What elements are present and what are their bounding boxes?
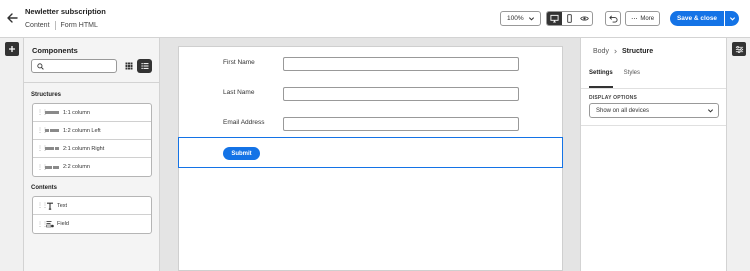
panel-divider bbox=[24, 82, 159, 83]
tab-styles[interactable]: Styles bbox=[624, 70, 640, 81]
display-options-label: DISPLAY OPTIONS bbox=[589, 95, 638, 101]
mobile-icon bbox=[567, 14, 572, 23]
page-title: Newletter subscription bbox=[25, 7, 106, 16]
breadcrumb-body[interactable]: Body bbox=[593, 48, 609, 55]
properties-toggle-button[interactable] bbox=[732, 42, 746, 56]
form-field-row: First Name bbox=[223, 57, 523, 71]
preview-button[interactable] bbox=[577, 12, 592, 25]
tabs-divider bbox=[581, 88, 727, 89]
chevron-down-icon bbox=[729, 17, 735, 21]
text-icon bbox=[45, 202, 55, 210]
structure-label: 1:2 column Left bbox=[63, 127, 101, 134]
desktop-view-button[interactable] bbox=[547, 12, 562, 25]
contents-heading: Contents bbox=[31, 185, 57, 191]
zoom-select[interactable]: 100% bbox=[500, 11, 541, 26]
chevron-down-icon bbox=[528, 17, 535, 21]
contents-list: ⋮⋮ Text ⋮⋮ Field bbox=[32, 196, 152, 234]
two-one-column-icon bbox=[45, 147, 59, 150]
top-header: Newletter subscription Content Form HTML… bbox=[0, 0, 750, 38]
selected-structure[interactable]: Submit bbox=[178, 137, 563, 168]
content-label: Text bbox=[57, 202, 68, 209]
list-icon bbox=[141, 63, 148, 69]
structures-list: ⋮⋮ 1:1 column ⋮⋮ 1:2 column Left ⋮⋮ 2:1 … bbox=[32, 103, 152, 177]
structure-item[interactable]: ⋮⋮ 2:1 column Right bbox=[33, 140, 151, 158]
properties-breadcrumb: Body Structure bbox=[593, 48, 653, 55]
drag-handle-icon[interactable]: ⋮⋮ bbox=[37, 164, 48, 171]
structure-item[interactable]: ⋮⋮ 1:2 column Left bbox=[33, 122, 151, 140]
back-arrow-icon[interactable] bbox=[5, 11, 19, 25]
zoom-value: 100% bbox=[507, 15, 524, 22]
structure-label: 1:1 column bbox=[63, 109, 90, 116]
component-search-input[interactable] bbox=[31, 59, 117, 73]
right-rail bbox=[726, 38, 750, 271]
breadcrumb-content[interactable]: Content bbox=[25, 22, 50, 29]
structure-label: 2:1 column Right bbox=[63, 145, 105, 152]
chevron-right-icon bbox=[614, 49, 617, 54]
form-field-row: Email Address bbox=[223, 117, 523, 131]
field-label: First Name bbox=[223, 59, 255, 66]
grid-view-button[interactable] bbox=[123, 60, 134, 72]
structures-heading: Structures bbox=[31, 92, 62, 98]
last-name-input[interactable] bbox=[283, 87, 519, 101]
one-column-icon bbox=[45, 111, 59, 114]
desktop-icon bbox=[550, 14, 559, 23]
mobile-view-button[interactable] bbox=[562, 12, 577, 25]
drag-handle-icon[interactable]: ⋮⋮ bbox=[37, 202, 48, 209]
search-icon bbox=[37, 63, 44, 70]
breadcrumb: Content Form HTML bbox=[25, 21, 98, 30]
drag-handle-icon[interactable]: ⋮⋮ bbox=[37, 127, 48, 134]
save-options-button[interactable] bbox=[725, 11, 739, 26]
structure-item[interactable]: ⋮⋮ 1:1 column bbox=[33, 104, 151, 122]
ellipsis-icon: ··· bbox=[630, 13, 638, 23]
email-address-input[interactable] bbox=[283, 117, 519, 131]
editor-canvas: First Name Last Name Email Address Submi… bbox=[160, 38, 580, 271]
structure-item[interactable]: ⋮⋮ 2:2 column bbox=[33, 158, 151, 176]
breadcrumb-form-html[interactable]: Form HTML bbox=[61, 22, 98, 29]
more-button[interactable]: ··· More bbox=[625, 11, 660, 26]
email-body[interactable]: First Name Last Name Email Address Submi… bbox=[178, 46, 563, 271]
save-close-button[interactable]: Save & close bbox=[670, 11, 724, 26]
left-rail bbox=[0, 38, 24, 271]
breadcrumb-divider bbox=[54, 21, 56, 30]
plus-icon bbox=[9, 46, 15, 52]
breadcrumb-structure: Structure bbox=[621, 48, 654, 55]
field-label: Last Name bbox=[223, 89, 255, 96]
chevron-down-icon bbox=[707, 109, 714, 113]
display-options-select[interactable]: Show on all devices bbox=[589, 103, 719, 118]
content-item[interactable]: ⋮⋮ Text bbox=[33, 197, 151, 215]
eye-icon bbox=[580, 16, 589, 21]
drag-handle-icon[interactable]: ⋮⋮ bbox=[37, 145, 48, 152]
drag-handle-icon[interactable]: ⋮⋮ bbox=[37, 221, 48, 228]
list-view-button[interactable] bbox=[137, 59, 152, 73]
submit-button[interactable]: Submit bbox=[223, 147, 260, 160]
properties-panel: Body Structure Settings Styles DISPLAY O… bbox=[580, 38, 727, 271]
two-two-column-icon bbox=[45, 165, 59, 169]
structure-label: 2:2 column bbox=[63, 164, 90, 170]
field-icon bbox=[45, 220, 55, 228]
content-item[interactable]: ⋮⋮ Field bbox=[33, 215, 151, 233]
tab-settings[interactable]: Settings bbox=[589, 70, 613, 81]
properties-divider bbox=[581, 125, 727, 126]
more-label: More bbox=[640, 15, 655, 22]
undo-icon bbox=[608, 15, 618, 23]
form-field-row: Last Name bbox=[223, 87, 523, 101]
sliders-icon bbox=[735, 45, 743, 53]
content-label: Field bbox=[57, 221, 69, 227]
device-preview-toggle bbox=[546, 11, 593, 26]
undo-button[interactable] bbox=[605, 11, 621, 26]
one-two-column-icon bbox=[45, 129, 59, 132]
display-options-value: Show on all devices bbox=[596, 107, 650, 114]
components-title: Components bbox=[32, 46, 78, 55]
grid-icon bbox=[125, 62, 132, 70]
first-name-input[interactable] bbox=[283, 57, 519, 71]
field-label: Email Address bbox=[223, 119, 265, 126]
add-component-button[interactable] bbox=[5, 42, 19, 56]
drag-handle-icon[interactable]: ⋮⋮ bbox=[37, 109, 48, 116]
properties-tabs: Settings Styles bbox=[589, 70, 640, 81]
components-panel: Components Structures ⋮⋮ 1:1 column ⋮⋮ 1… bbox=[24, 38, 160, 271]
